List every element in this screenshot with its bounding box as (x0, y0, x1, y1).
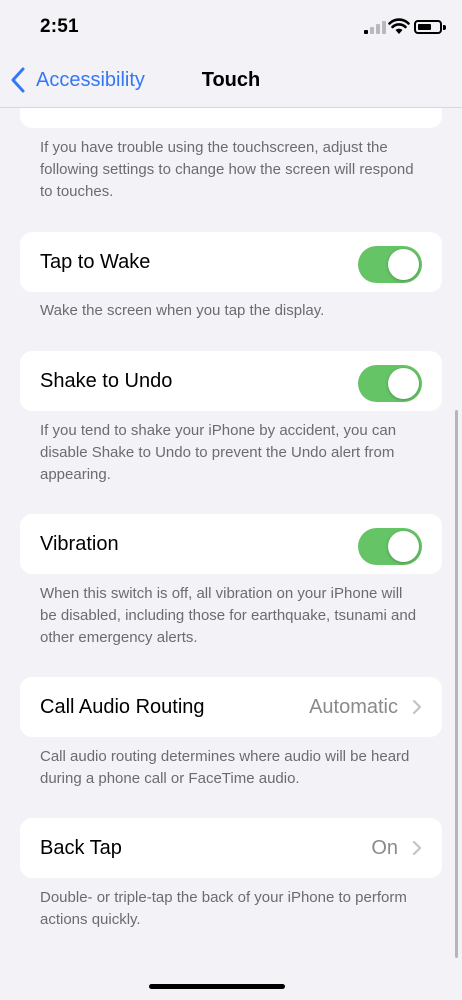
vibration-toggle[interactable] (358, 528, 422, 565)
call-audio-routing-label: Call Audio Routing (40, 696, 205, 718)
tap-to-wake-label: Tap to Wake (40, 251, 151, 273)
battery-icon (414, 20, 442, 34)
back-tap-row[interactable]: Back Tap On (20, 818, 442, 878)
toggle-knob (388, 531, 419, 562)
battery-cap (443, 25, 446, 30)
shake-to-undo-label: Shake to Undo (40, 370, 173, 392)
status-time: 2:51 (40, 16, 79, 37)
back-tap-value: On (371, 837, 398, 859)
vibration-label: Vibration (40, 533, 119, 555)
toggle-knob (388, 368, 419, 399)
navigation-bar: Accessibility Touch (0, 52, 462, 108)
wifi-icon (388, 18, 410, 34)
chevron-right-icon (412, 699, 422, 715)
home-indicator[interactable] (149, 984, 285, 989)
back-tap-label: Back Tap (40, 837, 122, 859)
tap-to-wake-footer: Wake the screen when you tap the display… (40, 302, 325, 319)
toggle-knob (388, 249, 419, 280)
call-audio-routing-footer: Call audio routing determines where audi… (40, 748, 410, 787)
shake-to-undo-footer: If you tend to shake your iPhone by acci… (40, 422, 397, 483)
shake-to-undo-row: Shake to Undo (20, 351, 442, 411)
shake-to-undo-toggle[interactable] (358, 365, 422, 402)
intro-footer-text: If you have trouble using the touchscree… (40, 139, 414, 200)
settings-list[interactable]: If you have trouble using the touchscree… (0, 108, 462, 1000)
cellular-signal-icon (364, 21, 386, 34)
tap-to-wake-toggle[interactable] (358, 246, 422, 283)
call-audio-routing-row[interactable]: Call Audio Routing Automatic (20, 677, 442, 737)
chevron-right-icon (412, 840, 422, 856)
page-title: Touch (201, 69, 261, 91)
call-audio-routing-value: Automatic (309, 696, 398, 718)
back-tap-footer: Double- or triple-tap the back of your i… (40, 889, 407, 928)
status-bar: 2:51 (0, 0, 462, 52)
vibration-row: Vibration (20, 514, 442, 574)
tap-to-wake-row: Tap to Wake (20, 232, 442, 292)
previous-cell[interactable] (20, 108, 442, 128)
scroll-indicator (455, 410, 458, 958)
vibration-footer: When this switch is off, all vibration o… (40, 585, 417, 646)
